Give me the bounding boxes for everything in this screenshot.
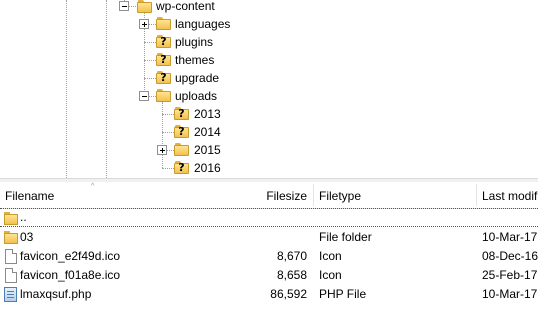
file-list-header: ^ Filename Filesize Filetype Last modif [0, 182, 538, 209]
column-header-filetype[interactable]: Filetype [319, 182, 361, 208]
collapse-toggle-icon[interactable] [119, 1, 129, 11]
remote-file-list[interactable]: ^ Filename Filesize Filetype Last modif … [0, 182, 538, 331]
file-type: Icon [319, 268, 342, 282]
expand-toggle-icon[interactable] [157, 145, 167, 155]
tree-guide-line [162, 102, 163, 168]
file-type: PHP File [319, 287, 367, 301]
folder-icon [174, 143, 190, 156]
file-size [238, 228, 307, 247]
tree-connector [162, 114, 174, 115]
folder-open-icon [156, 89, 172, 102]
file-name: favicon_f01a8e.ico [20, 268, 121, 282]
file-row[interactable]: favicon_f01a8e.ico 8,658 Icon 25-Feb-17 [0, 266, 538, 285]
tree-item-themes[interactable]: themes [175, 53, 214, 67]
folder-icon [4, 230, 18, 245]
file-row[interactable]: 03 File folder 10-Mar-17 [0, 228, 538, 247]
tree-item-plugins[interactable]: plugins [175, 35, 213, 49]
remote-directory-tree[interactable]: wp-content languages ? plugins ? themes … [0, 0, 538, 178]
folder-icon [156, 17, 172, 30]
tree-item-2016[interactable]: 2016 [194, 161, 221, 175]
tree-guide-line [66, 0, 67, 178]
folder-unknown-icon: ? [156, 71, 172, 84]
tree-item-uploads[interactable]: uploads [175, 89, 217, 103]
sort-ascending-icon: ^ [91, 183, 95, 190]
tree-connector [144, 60, 156, 61]
folder-unknown-icon: ? [174, 161, 190, 174]
file-row[interactable]: favicon_e2f49d.ico 8,670 Icon 08-Dec-16 [0, 247, 538, 266]
tree-connector [144, 78, 156, 79]
file-modified: 10-Mar-17 [482, 230, 538, 244]
folder-unknown-icon: ? [174, 107, 190, 120]
tree-item-2013[interactable]: 2013 [194, 107, 221, 121]
file-name: 03 [20, 230, 34, 244]
tree-guide-line [106, 0, 107, 178]
file-modified: 10-Mar-17 [482, 287, 538, 301]
file-modified: 08-Dec-16 [482, 249, 538, 263]
tree-item-upgrade[interactable]: upgrade [175, 71, 219, 85]
file-name: lmaxqsuf.php [20, 287, 92, 301]
tree-item-languages[interactable]: languages [175, 17, 230, 31]
file-size: 86,592 [270, 287, 307, 301]
folder-unknown-icon: ? [174, 125, 190, 138]
file-modified: 25-Feb-17 [482, 268, 538, 282]
parent-folder-icon [4, 211, 18, 226]
tree-connector [162, 132, 174, 133]
folder-unknown-icon: ? [156, 53, 172, 66]
tree-item-2014[interactable]: 2014 [194, 125, 221, 139]
column-header-filesize[interactable]: Filesize [238, 182, 307, 208]
column-header-last-modified[interactable]: Last modif [482, 182, 537, 208]
tree-item-wp-content[interactable]: wp-content [156, 0, 215, 13]
file-icon [5, 249, 17, 264]
php-file-icon [4, 287, 17, 302]
tree-connector [162, 168, 174, 169]
file-row[interactable]: lmaxqsuf.php 86,592 PHP File 10-Mar-17 [0, 285, 538, 304]
column-separator[interactable] [313, 184, 314, 206]
folder-open-icon [137, 0, 153, 13]
file-row-parent[interactable]: .. [0, 208, 538, 227]
file-type: File folder [319, 230, 372, 244]
file-name: favicon_e2f49d.ico [20, 249, 121, 263]
file-size: 8,658 [276, 268, 307, 282]
file-icon [5, 268, 17, 283]
column-separator[interactable] [476, 184, 477, 206]
column-header-filename[interactable]: Filename [5, 182, 54, 208]
folder-unknown-icon: ? [156, 35, 172, 48]
expand-toggle-icon[interactable] [139, 19, 149, 29]
tree-connector [144, 42, 156, 43]
collapse-toggle-icon[interactable] [139, 91, 149, 101]
file-type: Icon [319, 249, 342, 263]
file-name: .. [20, 210, 27, 224]
tree-item-2015[interactable]: 2015 [194, 143, 221, 157]
file-size: 8,670 [276, 249, 307, 263]
